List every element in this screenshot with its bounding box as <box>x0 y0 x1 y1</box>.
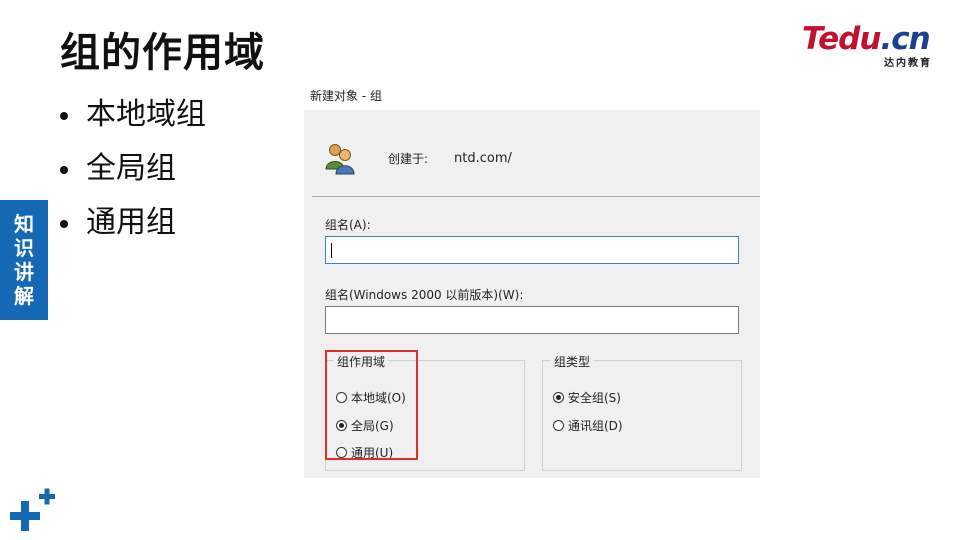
slide-title: 组的作用域 <box>60 30 265 76</box>
bullet-dot-icon <box>60 112 68 120</box>
type-security-option[interactable]: 安全组(S) <box>553 389 621 406</box>
logo-brand-main: Tedu <box>802 21 881 57</box>
group-name-label: 组名(A): <box>325 218 371 232</box>
group-name-input[interactable] <box>325 236 739 264</box>
radio-button[interactable] <box>553 420 564 431</box>
logo-brand: Tedu.cn <box>802 21 931 57</box>
side-tab-char: 知 <box>14 212 34 236</box>
type-distribution-label: 通讯组(D) <box>568 419 623 433</box>
group-name-pre2000-input[interactable] <box>325 306 739 334</box>
created-in-label: 创建于: <box>388 151 429 166</box>
users-group-icon <box>325 144 355 175</box>
plus-decoration-icon <box>10 488 55 531</box>
group-name-pre2000-label: 组名(Windows 2000 以前版本)(W): <box>325 288 524 302</box>
new-group-dialog: 创建于: ntd.com/ 组名(A): 组名(Windows 2000 以前版… <box>304 110 760 478</box>
bullet-item: 本地域组 <box>60 88 206 142</box>
type-distribution-option[interactable]: 通讯组(D) <box>553 417 623 434</box>
dialog-separator <box>312 196 760 197</box>
side-tab-char: 讲 <box>14 260 34 284</box>
radio-button-checked[interactable] <box>553 392 564 403</box>
side-tab-char: 解 <box>14 284 34 308</box>
bullet-list: 本地域组 全局组 通用组 <box>60 88 206 250</box>
created-in-row: 创建于: ntd.com/ <box>324 140 512 176</box>
bullet-item: 通用组 <box>60 196 206 250</box>
bullet-text: 通用组 <box>86 205 176 240</box>
group-type-legend: 组类型 <box>551 353 594 370</box>
created-in-value: ntd.com/ <box>454 150 512 166</box>
bullet-dot-icon <box>60 166 68 174</box>
type-security-label: 安全组(S) <box>568 391 621 405</box>
scope-highlight-box <box>325 350 418 460</box>
logo-tagline: 达内教育 <box>884 58 932 69</box>
tedu-logo: Tedu.cn 达内教育 <box>802 21 936 69</box>
bullet-item: 全局组 <box>60 142 206 196</box>
side-tab-char: 识 <box>14 236 34 260</box>
group-type-box: 组类型 安全组(S) 通讯组(D) <box>542 353 742 471</box>
logo-brand-suffix: .cn <box>880 21 930 57</box>
bullet-text: 本地域组 <box>86 97 206 132</box>
knowledge-side-tab: 知 识 讲 解 <box>0 200 48 320</box>
bullet-dot-icon <box>60 220 68 228</box>
bullet-text: 全局组 <box>86 151 176 186</box>
dialog-caption: 新建对象 - 组 <box>310 89 382 103</box>
text-caret <box>331 243 332 258</box>
